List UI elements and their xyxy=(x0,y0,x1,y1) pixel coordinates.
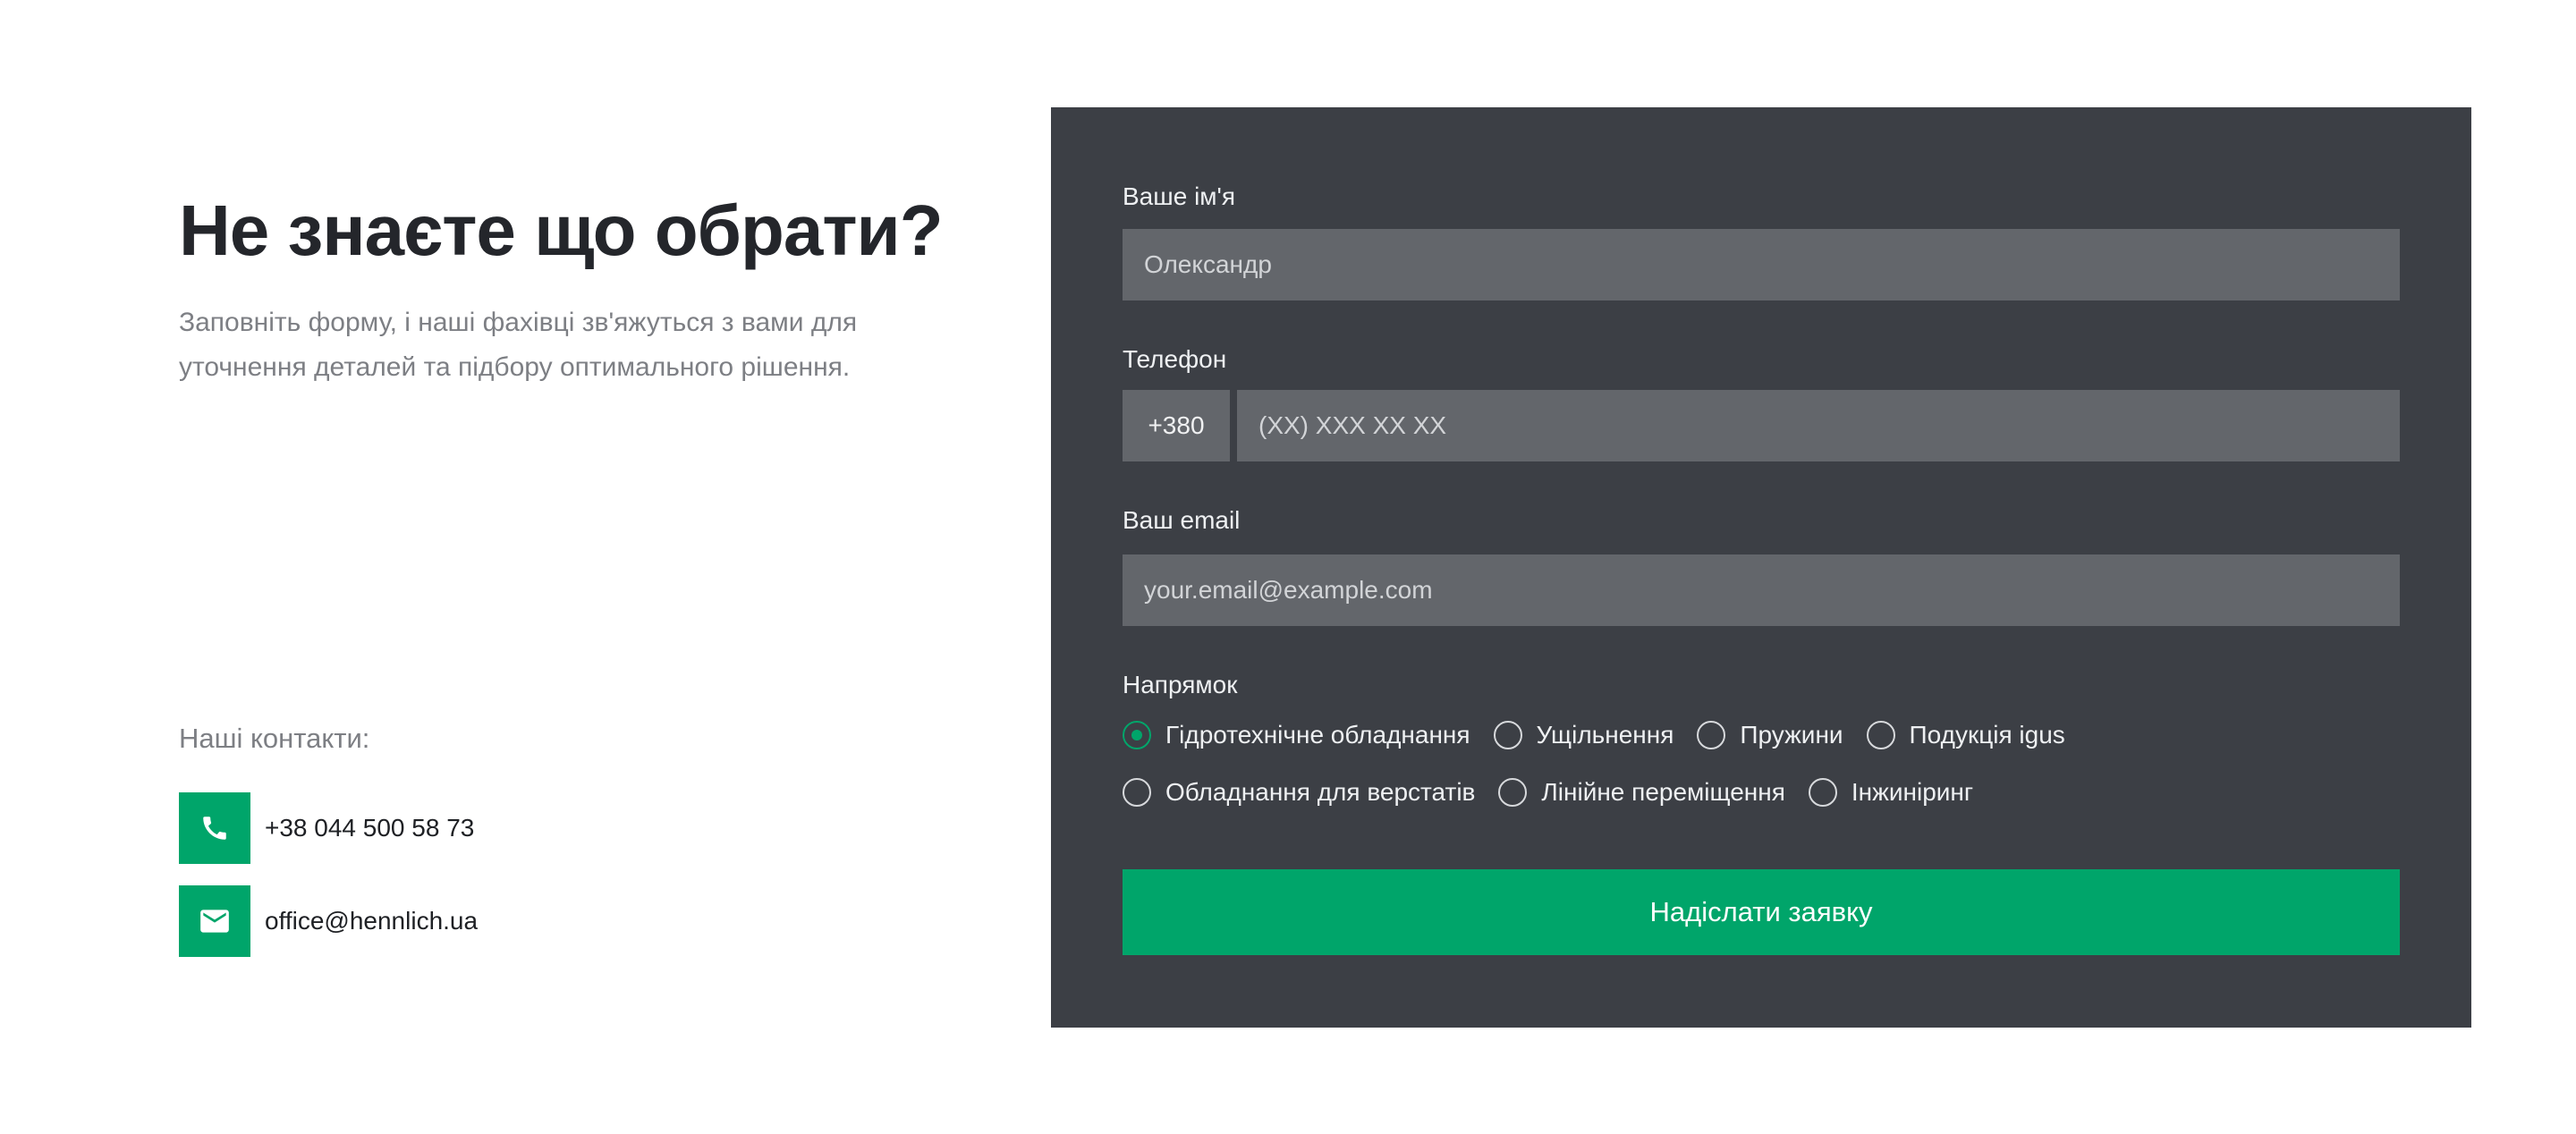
radio-button[interactable] xyxy=(1697,721,1726,749)
direction-options-row-1: Гідротехнічне обладнання Ущільнення Пруж… xyxy=(1123,721,2089,749)
radio-button[interactable] xyxy=(1493,721,1522,749)
direction-label: Напрямок xyxy=(1123,671,1238,698)
radio-option[interactable]: Обладнання для верстатів xyxy=(1123,778,1475,807)
radio-option[interactable]: Ущільнення xyxy=(1493,721,1674,749)
radio-button[interactable] xyxy=(1123,721,1151,749)
page-title: Не знаєте що обрати? xyxy=(179,190,944,270)
radio-label: Лінійне переміщення xyxy=(1541,778,1785,806)
phone-prefix: +380 xyxy=(1123,390,1230,461)
name-label: Ваше ім'я xyxy=(1123,182,1236,210)
radio-label: Інжиніринг xyxy=(1851,778,1974,806)
radio-option[interactable]: Гідротехнічне обладнання xyxy=(1123,721,1470,749)
radio-option[interactable]: Пружини xyxy=(1697,721,1843,749)
phone-contact-link[interactable]: +38 044 500 58 73 xyxy=(179,792,474,864)
email-label: Ваш email xyxy=(1123,506,1241,534)
phone-number: +38 044 500 58 73 xyxy=(265,814,475,842)
phone-input[interactable] xyxy=(1237,390,2400,461)
email-contact-link[interactable]: office@hennlich.ua xyxy=(179,885,478,957)
radio-option[interactable]: Лінійне переміщення xyxy=(1498,778,1785,807)
contact-form: Ваше ім'я Телефон +380 Ваш email Напрямо… xyxy=(1051,107,2471,1028)
radio-button[interactable] xyxy=(1808,778,1837,807)
radio-label: Подукція igus xyxy=(1909,721,2065,749)
radio-option[interactable]: Подукція igus xyxy=(1866,721,2065,749)
phone-label: Телефон xyxy=(1123,345,1227,373)
email-input[interactable] xyxy=(1123,554,2400,626)
radio-button[interactable] xyxy=(1866,721,1895,749)
submit-button[interactable]: Надіслати заявку xyxy=(1123,869,2400,955)
page: Не знаєте що обрати? Заповніть форму, і … xyxy=(0,0,2576,1134)
intro-section: Не знаєте що обрати? Заповніть форму, і … xyxy=(179,0,984,1134)
mail-icon xyxy=(179,885,250,957)
radio-label: Пружини xyxy=(1740,721,1843,749)
radio-option[interactable]: Інжиніринг xyxy=(1808,778,1974,807)
radio-label: Обладнання для верстатів xyxy=(1165,778,1476,806)
contacts-label: Наші контакти: xyxy=(179,723,370,754)
direction-options-row-2: Обладнання для верстатів Лінійне переміщ… xyxy=(1123,778,1996,807)
email-address: office@hennlich.ua xyxy=(265,907,479,935)
radio-label: Ущільнення xyxy=(1536,721,1674,749)
radio-button[interactable] xyxy=(1123,778,1151,807)
radio-label: Гідротехнічне обладнання xyxy=(1165,721,1470,749)
name-input[interactable] xyxy=(1123,229,2400,300)
page-subtitle: Заповніть форму, і наші фахівці зв'яжуть… xyxy=(179,308,858,382)
radio-button[interactable] xyxy=(1498,778,1528,807)
phone-icon xyxy=(179,792,250,864)
